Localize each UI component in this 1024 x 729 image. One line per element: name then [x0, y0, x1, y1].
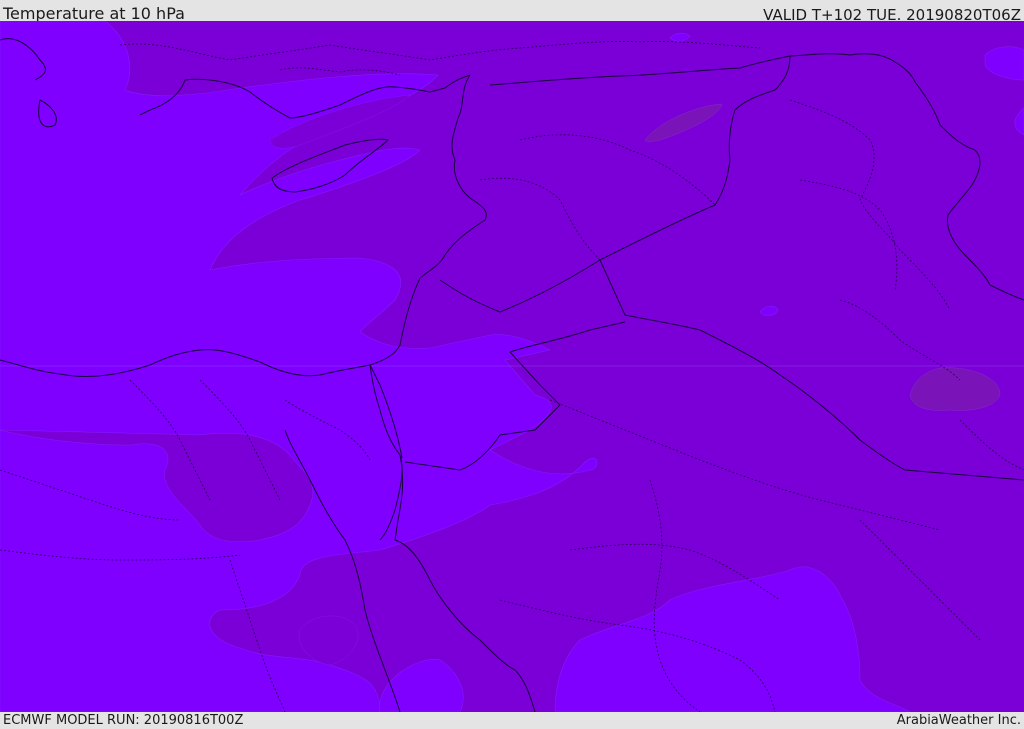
- footer-bar: ECMWF MODEL RUN: 20190816T00Z ArabiaWeat…: [0, 712, 1024, 729]
- header-bar: Temperature at 10 hPa VALID T+102 TUE. 2…: [0, 0, 1024, 24]
- model-run-label: ECMWF MODEL RUN: 20190816T00Z: [3, 713, 244, 728]
- credit-label: ArabiaWeather Inc.: [896, 713, 1021, 728]
- temperature-map: [0, 21, 1024, 712]
